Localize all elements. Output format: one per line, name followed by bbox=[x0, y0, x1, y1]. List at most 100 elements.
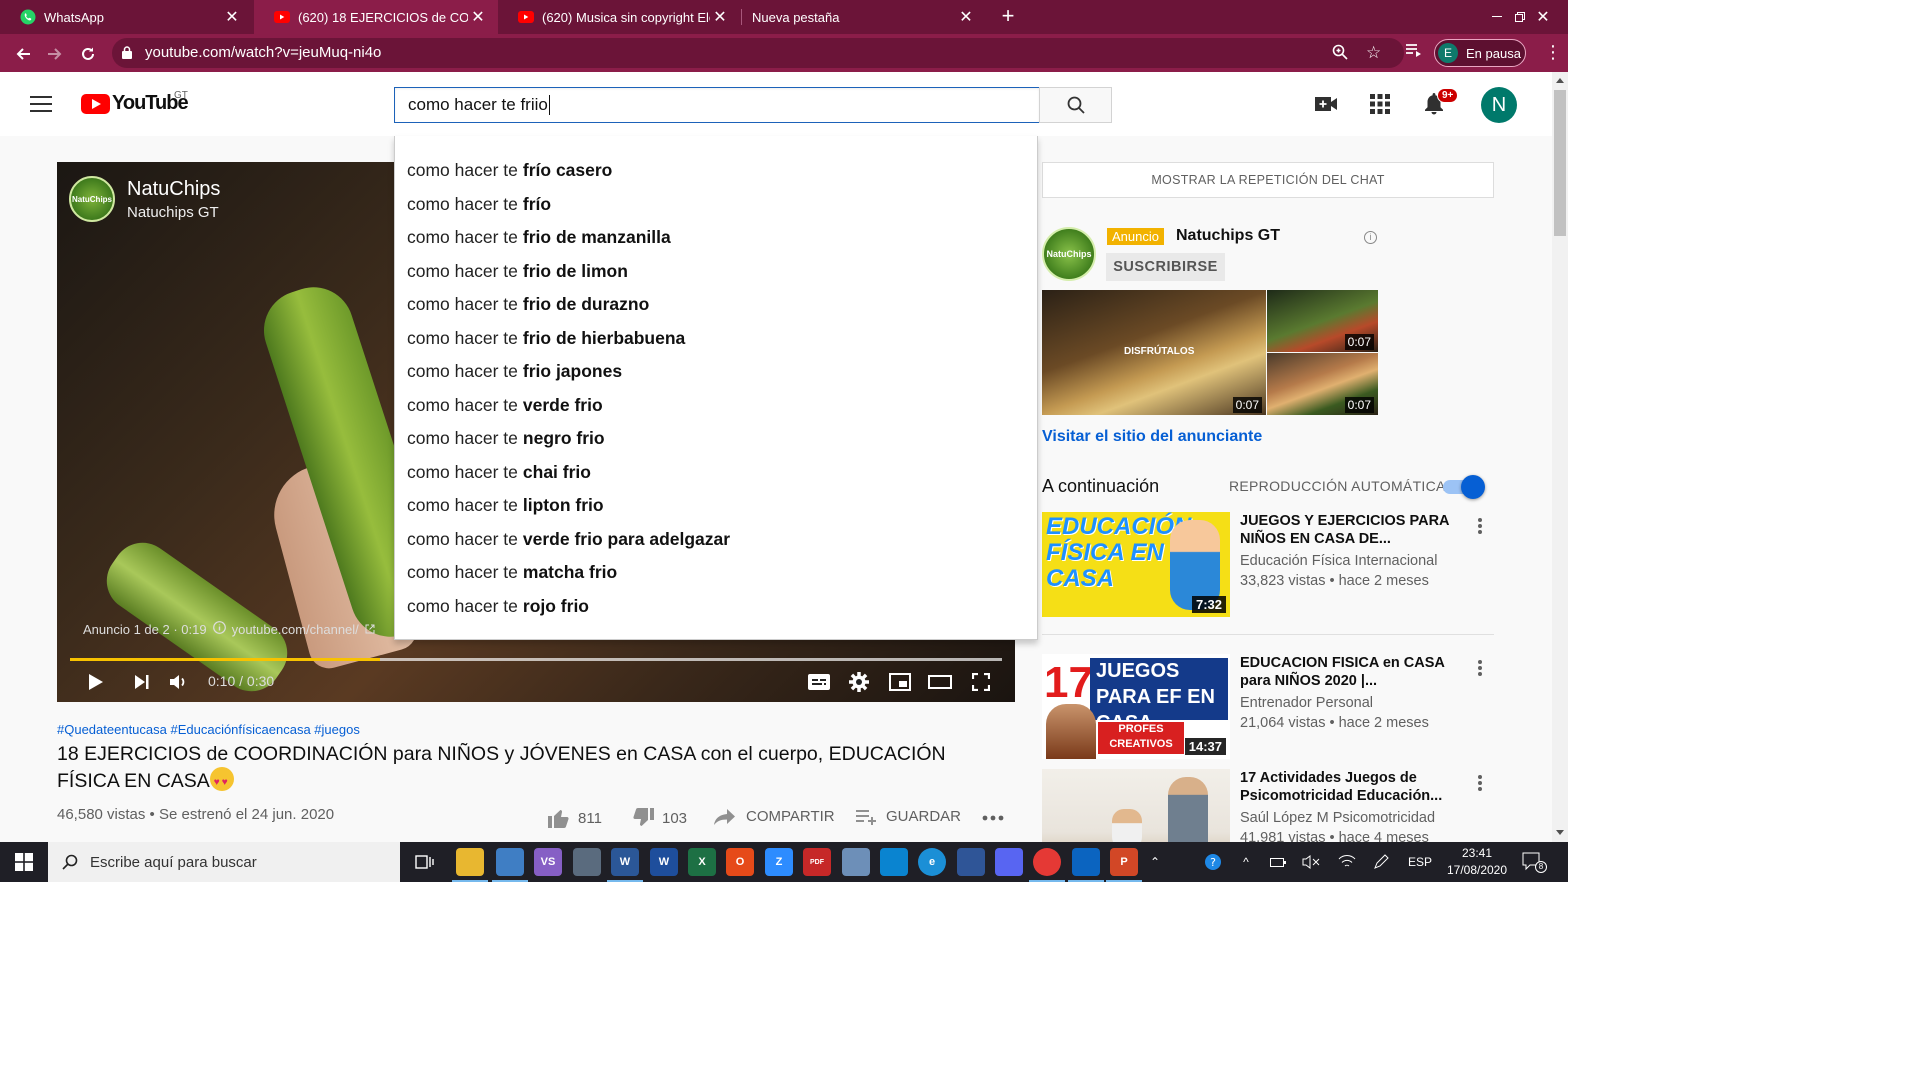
edge-icon[interactable]: e bbox=[918, 848, 946, 876]
tab-youtube-music[interactable]: (620) Musica sin copyright Electro ✕ bbox=[498, 0, 740, 34]
search-suggestion-item[interactable]: como hacer te verde frio para adelgazar bbox=[395, 523, 1037, 557]
search-suggestion-item[interactable]: como hacer te lipton frio bbox=[395, 489, 1037, 523]
show-hidden-icons-icon[interactable]: ^ bbox=[1236, 842, 1256, 882]
scrollbar-thumb[interactable] bbox=[1554, 90, 1566, 236]
paint-icon[interactable] bbox=[842, 848, 870, 876]
wifi-icon[interactable] bbox=[1336, 842, 1358, 882]
search-suggestion-item[interactable]: como hacer te frio de durazno bbox=[395, 288, 1037, 322]
new-tab-button[interactable]: + bbox=[996, 4, 1020, 30]
close-icon[interactable]: ✕ bbox=[468, 7, 488, 27]
taskbar-search-box[interactable]: Escribe aquí para buscar bbox=[48, 842, 400, 882]
recommended-video-channel[interactable]: Entrenador Personal bbox=[1240, 695, 1373, 711]
discord-icon[interactable] bbox=[995, 848, 1023, 876]
recommended-video-title[interactable]: JUEGOS Y EJERCICIOS PARA NIÑOS EN CASA D… bbox=[1240, 512, 1460, 548]
youtube-logo[interactable]: YouTube GT bbox=[81, 90, 189, 115]
profile-button[interactable]: E En pausa bbox=[1434, 39, 1526, 67]
action-center-icon[interactable]: 8 bbox=[1522, 852, 1547, 873]
theater-mode-icon[interactable] bbox=[928, 670, 952, 694]
help-icon[interactable]: ? bbox=[1200, 842, 1226, 882]
chrome-icon[interactable] bbox=[1029, 848, 1065, 882]
pen-icon[interactable] bbox=[1370, 842, 1392, 882]
autoplay-toggle-knob[interactable] bbox=[1461, 475, 1485, 499]
volume-muted-icon[interactable] bbox=[1300, 842, 1322, 882]
ad-advertiser-name[interactable]: Natuchips GT bbox=[1176, 227, 1280, 245]
save-button[interactable]: GUARDAR bbox=[856, 808, 961, 825]
battery-icon[interactable] bbox=[1268, 842, 1288, 882]
office-icon[interactable]: O bbox=[726, 848, 754, 876]
page-scrollbar[interactable] bbox=[1552, 72, 1568, 842]
word-store-icon[interactable]: W bbox=[650, 848, 678, 876]
browser-menu-icon[interactable]: ⋮ bbox=[1544, 42, 1562, 63]
user-avatar[interactable]: N bbox=[1481, 87, 1517, 123]
search-suggestion-item[interactable]: como hacer te chai frio bbox=[395, 456, 1037, 490]
recommended-video[interactable]: EDUCACIÓN FÍSICA EN CASA 7:32 JUEGOS Y E… bbox=[1042, 512, 1494, 620]
back-button[interactable] bbox=[12, 43, 34, 65]
bookmark-star-icon[interactable]: ☆ bbox=[1366, 43, 1381, 63]
close-window-button[interactable]: ✕ bbox=[1520, 0, 1566, 34]
word-icon[interactable]: W bbox=[607, 848, 643, 882]
zoom-icon[interactable]: Z bbox=[765, 848, 793, 876]
zoom-icon[interactable] bbox=[1332, 44, 1348, 65]
share-button[interactable]: COMPARTIR bbox=[714, 808, 835, 825]
close-icon[interactable]: ✕ bbox=[710, 7, 730, 27]
search-suggestion-item[interactable]: como hacer te frio de limon bbox=[395, 255, 1037, 289]
search-suggestion-item[interactable]: como hacer te rojo frio bbox=[395, 590, 1037, 624]
windows-start-button[interactable] bbox=[0, 842, 48, 882]
ad-video-thumbnail[interactable]: DISFRÚTALOS 0:07 bbox=[1042, 290, 1266, 415]
next-video-icon[interactable] bbox=[130, 670, 154, 694]
info-icon[interactable]: i bbox=[1364, 231, 1377, 244]
remote-desktop-icon[interactable] bbox=[492, 848, 528, 882]
search-button[interactable] bbox=[1039, 87, 1112, 123]
search-suggestion-item[interactable]: como hacer te frío casero bbox=[395, 154, 1037, 188]
tab-youtube-active[interactable]: (620) 18 EJERCICIOS de COORDIN ✕ bbox=[254, 0, 498, 34]
tab-new-tab[interactable]: Nueva pestaña ✕ bbox=[742, 0, 986, 34]
word-to-pdf-icon[interactable]: PDF bbox=[803, 848, 831, 876]
ad-video-thumbnail[interactable]: 0:07 bbox=[1267, 290, 1378, 352]
search-suggestion-item[interactable]: como hacer te frio de manzanilla bbox=[395, 221, 1037, 255]
dislike-button[interactable]: 103 bbox=[632, 808, 687, 828]
search-suggestion-item[interactable]: como hacer te frio japones bbox=[395, 355, 1037, 389]
subtitles-icon[interactable] bbox=[807, 670, 831, 694]
address-bar[interactable]: youtube.com/watch?v=jeuMuq-ni4o ☆ bbox=[112, 38, 1404, 68]
hamburger-menu-icon[interactable] bbox=[30, 96, 52, 112]
search-suggestion-item[interactable]: como hacer te frío bbox=[395, 188, 1037, 222]
search-input[interactable]: como hacer te friio bbox=[394, 87, 1040, 123]
recommended-video[interactable]: 17 JUEGOS PARA EF EN CASA PROFES CREATIV… bbox=[1042, 654, 1494, 762]
create-video-icon[interactable] bbox=[1315, 92, 1339, 116]
more-options-icon[interactable] bbox=[1472, 658, 1488, 678]
visual-studio-icon[interactable]: VS bbox=[534, 848, 562, 876]
like-button[interactable]: 811 bbox=[548, 808, 602, 828]
search-suggestion-item[interactable]: como hacer te negro frio bbox=[395, 422, 1037, 456]
settings-gear-icon[interactable] bbox=[847, 670, 871, 694]
whiteboard-icon[interactable] bbox=[957, 848, 985, 876]
fullscreen-icon[interactable] bbox=[969, 670, 993, 694]
play-icon[interactable] bbox=[84, 670, 108, 694]
search-suggestion-item[interactable]: como hacer te matcha frio bbox=[395, 556, 1037, 590]
excel-icon[interactable]: X bbox=[688, 848, 716, 876]
info-icon[interactable] bbox=[212, 621, 226, 637]
video-hashtags[interactable]: #Quedateentucasa #Educaciónfísicaencasa … bbox=[57, 722, 360, 737]
ad-channel-logo[interactable]: NatuChips bbox=[69, 176, 115, 222]
ad-channel-logo[interactable]: NatuChips bbox=[1042, 227, 1096, 281]
powerpoint-icon[interactable]: P bbox=[1106, 848, 1142, 882]
progress-bar[interactable] bbox=[70, 658, 1002, 661]
file-explorer-icon[interactable] bbox=[452, 848, 488, 882]
media-queue-icon[interactable] bbox=[1406, 44, 1422, 63]
close-icon[interactable]: ✕ bbox=[956, 7, 976, 27]
input-language[interactable]: ESP bbox=[1404, 842, 1436, 882]
system-app-icon[interactable] bbox=[573, 848, 601, 876]
search-suggestion-item[interactable]: como hacer te verde frio bbox=[395, 389, 1037, 423]
search-suggestion-item[interactable]: como hacer te frio de hierbabuena bbox=[395, 322, 1037, 356]
recommended-video-title[interactable]: 17 Actividades Juegos de Psicomotricidad… bbox=[1240, 769, 1460, 805]
video-thumbnail[interactable] bbox=[1042, 769, 1230, 842]
reload-button[interactable] bbox=[77, 43, 99, 65]
scroll-down-arrow-icon[interactable] bbox=[1556, 830, 1564, 835]
scroll-up-arrow-icon[interactable] bbox=[1556, 78, 1564, 83]
ad-channel-name[interactable]: NatuChips bbox=[127, 178, 220, 201]
tab-whatsapp[interactable]: WhatsApp ✕ bbox=[0, 0, 252, 34]
visit-advertiser-link[interactable]: Visitar el sitio del anunciante bbox=[1042, 428, 1262, 446]
ad-link[interactable]: youtube.com/channel/ bbox=[232, 622, 359, 637]
store-icon[interactable] bbox=[880, 848, 908, 876]
photos-icon[interactable] bbox=[1068, 848, 1104, 882]
video-thumbnail[interactable]: EDUCACIÓN FÍSICA EN CASA 7:32 bbox=[1042, 512, 1230, 617]
